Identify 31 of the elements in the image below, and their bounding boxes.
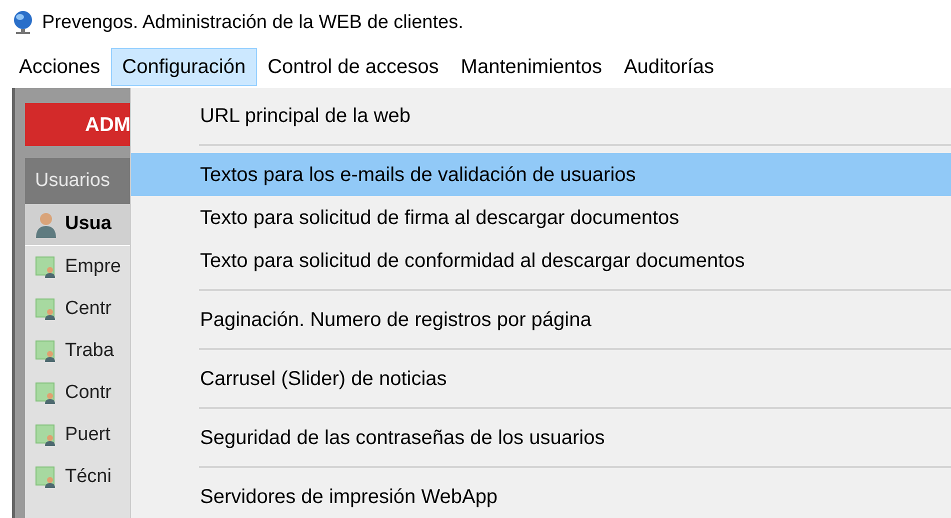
dropdown-item[interactable]: Texto para solicitud de firma al descargar documentos <box>131 196 951 239</box>
sidebar-section: Usuarios <box>25 158 130 204</box>
menu-item[interactable]: Mantenimientos <box>450 48 613 86</box>
sidebar-item[interactable]: Empre <box>25 246 130 288</box>
user-icon <box>35 256 57 278</box>
user-icon <box>35 466 57 488</box>
user-icon <box>35 298 57 320</box>
sidebar-item[interactable]: Traba <box>25 330 130 372</box>
dropdown-item[interactable]: Paginación. Numero de registros por página <box>131 298 951 341</box>
dropdown-item[interactable]: Servidores de impresión WebApp <box>131 475 951 518</box>
sidebar-item[interactable]: Usua <box>25 204 130 246</box>
dropdown-item[interactable]: Seguridad de las contraseñas de los usuarios <box>131 416 951 459</box>
sidebar-item[interactable]: Puert <box>25 414 130 456</box>
user-icon <box>35 424 57 446</box>
sidebar-header: ADM <box>25 103 130 146</box>
globe-icon <box>12 10 34 36</box>
user-icon <box>35 382 57 404</box>
menu-item[interactable]: Auditorías <box>612 48 726 86</box>
sidebar-item[interactable]: Técni <box>25 456 130 498</box>
menu-item[interactable]: Configuración <box>111 48 257 86</box>
dropdown-item[interactable]: URL principal de la web <box>131 94 951 137</box>
user-icon <box>35 340 57 362</box>
dropdown-item[interactable]: Texto para solicitud de conformidad al descargar documentos <box>131 239 951 282</box>
dropdown-item[interactable]: Textos para los e-mails de validación de usuarios <box>131 153 951 196</box>
user-icon <box>35 212 57 238</box>
sidebar-item[interactable]: Contr <box>25 372 130 414</box>
menu-item[interactable]: Control de accesos <box>256 48 450 86</box>
dropdown-item[interactable]: Carrusel (Slider) de noticias <box>131 357 951 400</box>
menu-item[interactable]: Acciones <box>8 48 112 86</box>
sidebar-item[interactable]: Centr <box>25 288 130 330</box>
window-title: Prevengos. Administración de la WEB de clientes. <box>42 10 464 35</box>
